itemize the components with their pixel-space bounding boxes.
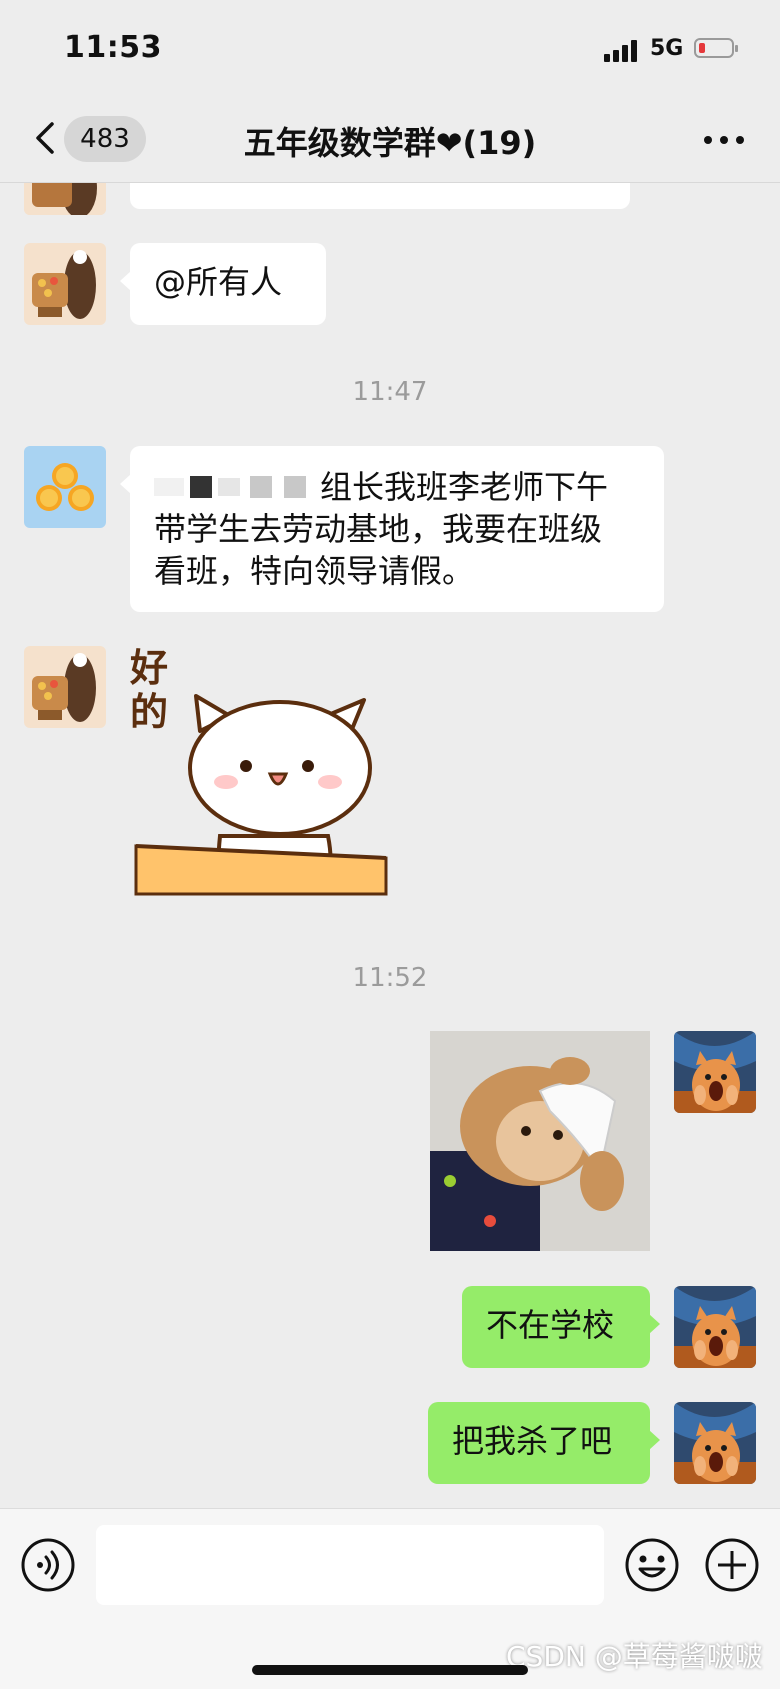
image-message-monkey[interactable] xyxy=(430,1031,650,1251)
status-bar: 11:53 5G xyxy=(0,0,780,100)
avatar[interactable] xyxy=(24,646,106,728)
message-bubble-self[interactable]: 把我杀了吧 xyxy=(428,1402,660,1484)
avatar[interactable] xyxy=(24,183,106,215)
emoji-icon[interactable] xyxy=(624,1537,680,1593)
message-text-line: 看班，特向领导请假。 xyxy=(154,552,475,590)
plus-circle-icon[interactable] xyxy=(704,1537,760,1593)
redacted-name xyxy=(154,476,318,498)
avatar[interactable] xyxy=(24,243,106,325)
status-time: 11:53 xyxy=(64,30,162,65)
sticker-cat[interactable]: 好的 xyxy=(130,646,392,906)
message-text: 把我杀了吧 xyxy=(452,1422,613,1460)
chat-header: 483 五年级数学群❤(19) xyxy=(0,100,780,183)
timestamp: 11:52 xyxy=(352,963,428,993)
message-text-line: 组长我班李老师下午 xyxy=(320,468,609,506)
message-bubble[interactable]: @所有人 xyxy=(120,243,326,325)
message-list[interactable]: @所有人 11:47 组长我班李老师下午 带学生去劳动基地，我要在班级 看班，特… xyxy=(0,183,780,1508)
avatar-self[interactable] xyxy=(674,1031,756,1113)
more-icon[interactable] xyxy=(704,136,744,146)
chevron-left-icon[interactable] xyxy=(32,118,62,158)
avatar-self[interactable] xyxy=(674,1402,756,1484)
unread-count-badge[interactable]: 483 xyxy=(64,116,146,162)
message-text-line: 带学生去劳动基地，我要在班级 xyxy=(154,510,603,548)
watermark: CSDN @草莓酱啵啵 xyxy=(506,1640,763,1673)
message-input[interactable] xyxy=(96,1525,604,1605)
message-bubble-self[interactable]: 不在学校 xyxy=(462,1286,660,1368)
network-label: 5G xyxy=(650,36,684,61)
message-bubble[interactable]: 组长我班李老师下午 带学生去劳动基地，我要在班级 看班，特向领导请假。 xyxy=(120,446,664,612)
battery-icon xyxy=(694,38,738,58)
input-bar: CSDN @草莓酱啵啵 xyxy=(0,1508,780,1689)
message-text: @所有人 xyxy=(154,263,283,301)
voice-icon[interactable] xyxy=(20,1537,76,1593)
message-bubble-truncated[interactable] xyxy=(130,183,630,209)
chat-title: 五年级数学群❤(19) xyxy=(243,124,537,162)
timestamp: 11:47 xyxy=(352,377,428,407)
home-indicator xyxy=(252,1665,528,1675)
avatar-self[interactable] xyxy=(674,1286,756,1368)
signal-icon xyxy=(604,40,640,62)
message-text: 不在学校 xyxy=(486,1306,615,1344)
avatar[interactable] xyxy=(24,446,106,528)
